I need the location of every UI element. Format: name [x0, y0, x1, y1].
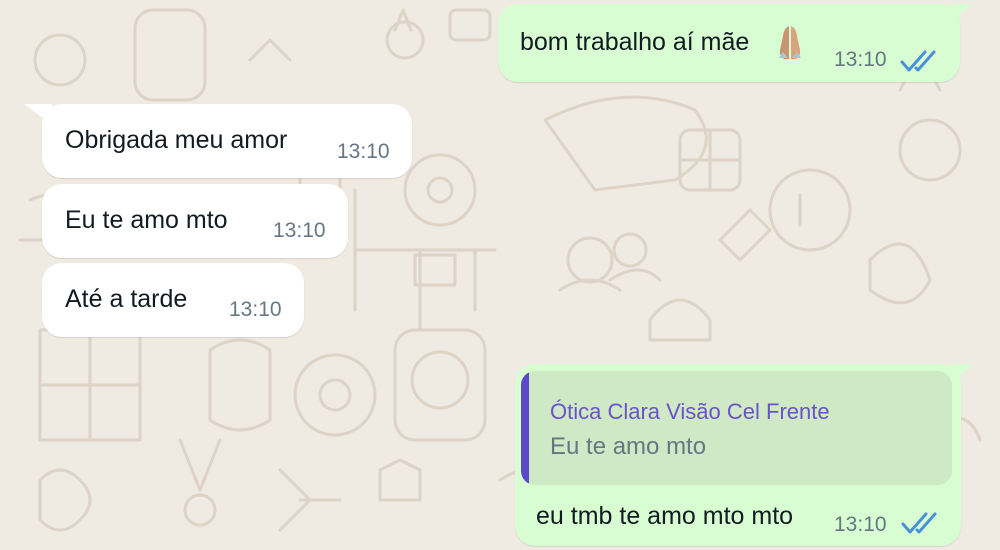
message-time: 13:10: [834, 48, 887, 71]
message-bubble-outgoing-reply[interactable]: Ótica Clara Visão Cel Frente Eu te amo m…: [515, 364, 961, 546]
message-bubble-outgoing[interactable]: bom trabalho aí mãe 13:10: [498, 4, 960, 82]
message-time: 13:10: [229, 298, 282, 321]
message-text: Até a tarde: [65, 285, 188, 313]
message-text: bom trabalho aí mãe: [520, 28, 750, 56]
outgoing-bubble-tail: [951, 364, 973, 382]
quoted-author: Ótica Clara Visão Cel Frente: [550, 399, 830, 424]
quote-accent-bar: [521, 371, 529, 485]
quoted-message[interactable]: Ótica Clara Visão Cel Frente Eu te amo m…: [521, 371, 952, 485]
message-bubble-incoming[interactable]: Eu te amo mto 13:10: [42, 184, 348, 258]
outgoing-bubble-tail: [950, 4, 972, 22]
message-time: 13:10: [273, 219, 326, 242]
message-text: Eu te amo mto: [65, 206, 228, 234]
message-text: eu tmb te amo mto mto: [536, 502, 794, 530]
quoted-text: Eu te amo mto: [550, 433, 707, 460]
message-time: 13:10: [337, 140, 390, 163]
message-bubble-incoming[interactable]: Até a tarde 13:10: [42, 263, 304, 337]
folded-hands-emoji: [779, 26, 801, 59]
message-bubble-incoming[interactable]: Obrigada meu amor 13:10: [42, 104, 412, 178]
double-check-read-icon: [900, 50, 936, 72]
double-check-read-icon: [901, 512, 937, 534]
message-text: Obrigada meu amor: [65, 126, 288, 154]
message-time: 13:10: [834, 513, 887, 536]
